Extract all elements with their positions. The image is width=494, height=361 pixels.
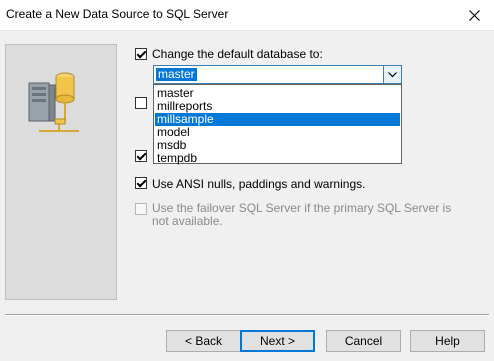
button-separator <box>5 314 489 316</box>
change-default-db-checkbox[interactable] <box>135 48 147 60</box>
close-icon <box>468 9 480 21</box>
close-button[interactable] <box>454 0 494 30</box>
dropdown-option-millsample[interactable]: millsample <box>155 113 400 126</box>
help-button[interactable]: Help <box>410 330 485 352</box>
failover-label: Use the failover SQL Server if the prima… <box>152 201 452 228</box>
combo-dropdown-button[interactable] <box>383 66 401 83</box>
cancel-button[interactable]: Cancel <box>326 330 401 352</box>
hidden-option-checkbox-2[interactable] <box>135 150 147 162</box>
back-button[interactable]: < Back <box>166 330 241 352</box>
combo-selected-value: master <box>156 67 197 81</box>
dropdown-option-model[interactable]: model <box>155 126 400 139</box>
chevron-down-icon <box>388 71 397 77</box>
default-database-combobox[interactable]: master <box>153 65 402 84</box>
wizard-side-panel <box>5 44 117 300</box>
server-database-icon <box>28 72 79 132</box>
database-dropdown-list[interactable]: master millreports millsample model msdb… <box>153 84 402 165</box>
window-title: Create a New Data Source to SQL Server <box>6 7 229 21</box>
change-default-db-label: Change the default database to: <box>152 47 323 61</box>
ansi-nulls-label: Use ANSI nulls, paddings and warnings. <box>152 177 366 191</box>
ansi-nulls-checkbox[interactable] <box>135 177 147 189</box>
title-bar: Create a New Data Source to SQL Server <box>0 0 494 31</box>
next-button[interactable]: Next > <box>240 330 315 352</box>
failover-checkbox[interactable] <box>135 203 147 215</box>
hidden-option-checkbox[interactable] <box>135 97 147 109</box>
dropdown-option-tempdb[interactable]: tempdb <box>155 152 400 165</box>
